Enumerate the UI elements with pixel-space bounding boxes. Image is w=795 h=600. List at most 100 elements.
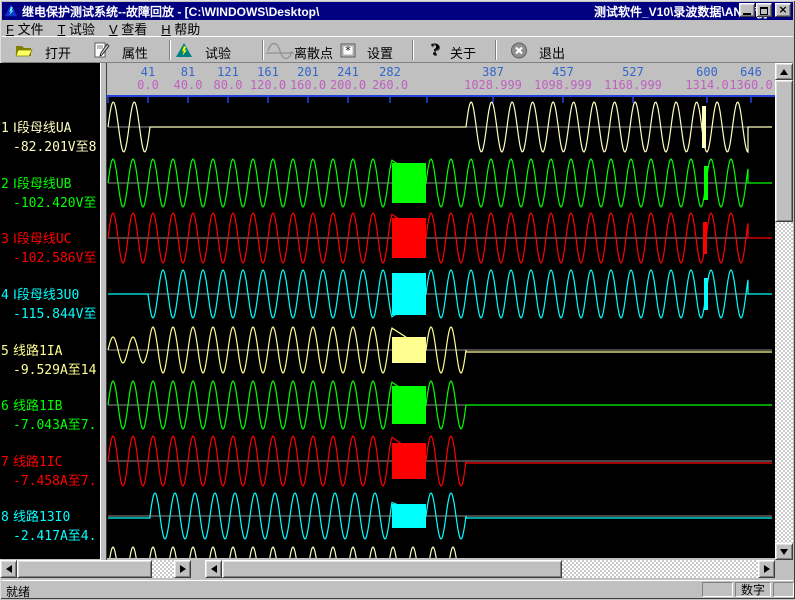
close-button[interactable]: ×	[775, 3, 791, 17]
menu-item-test[interactable]: T 试验	[58, 19, 95, 38]
labels-scrollbar-thumb[interactable]	[17, 560, 152, 578]
ruler: 410.0 8140.0 12180.0 161120.0201160.0241200…	[107, 63, 775, 95]
time-ms: 1168.999	[604, 79, 662, 92]
toolbar-separator	[495, 40, 497, 60]
sine-wave-icon[interactable]	[266, 42, 294, 59]
menu-item-file[interactable]: F 文件	[6, 19, 44, 38]
wave-scroll-right-button[interactable]	[758, 560, 775, 578]
scroll-down-button[interactable]	[775, 543, 793, 560]
ruler-tick-label: 161120.0	[250, 66, 286, 92]
channel-label-1[interactable]: 1Ⅰ段母线UA-82.201V至8	[0, 117, 100, 155]
menu-hotkey: F	[6, 22, 14, 37]
channel-label-panel: 1Ⅰ段母线UA-82.201V至8 2Ⅰ段母线UB-102.420V至 3Ⅰ段母线U…	[0, 63, 100, 559]
channel-label-7[interactable]: 7线路1IC-7.458A至7.	[0, 451, 100, 489]
restore-icon	[760, 7, 768, 15]
ruler-tick-label: 201160.0	[290, 66, 326, 92]
menu-item-view[interactable]: V 查看	[109, 19, 147, 38]
vertical-scrollbar-track[interactable]	[775, 222, 793, 543]
ruler-tick-label: 282260.0	[372, 66, 408, 92]
dense-block-ch3	[392, 218, 426, 258]
labels-scrollbar-track[interactable]	[152, 560, 174, 578]
channel-label-8[interactable]: 8线路13I0-2.417A至4.	[0, 506, 100, 544]
time-ms: 1360.0	[729, 79, 772, 92]
channel-range: -7.043A至7.	[13, 414, 100, 433]
ruler-tick-label: 410.0	[137, 66, 159, 92]
channel-name: 8线路13I0	[0, 506, 100, 525]
right-arrow-icon	[764, 565, 770, 573]
toolbar-separator	[169, 40, 171, 60]
ruler-tick-label: 8140.0	[174, 66, 203, 92]
channel-label-2[interactable]: 2Ⅰ段母线UB-102.420V至	[0, 173, 100, 211]
up-arrow-icon	[780, 69, 788, 75]
channel-label-3[interactable]: 3Ⅰ段母线UC-102.586V至	[0, 228, 100, 266]
channel-range: -115.844V至	[13, 303, 100, 322]
labels-scroll-left-button[interactable]	[0, 560, 17, 578]
menu-bar: F 文件 T 试验 V 查看 H 帮助	[2, 20, 793, 36]
discrete-points-button[interactable]: 离散点	[294, 43, 333, 62]
minimize-button[interactable]	[739, 3, 755, 17]
open-folder-icon[interactable]	[15, 42, 33, 59]
dense-block-ch4	[392, 273, 426, 315]
labels-scroll-right-button[interactable]	[174, 560, 191, 578]
trace-ch9	[108, 547, 772, 558]
exit-circle-icon[interactable]	[510, 42, 528, 59]
app-window: 继电保护测试系统--故障回放 - [C:\WINDOWS\Desktop\ 测试…	[0, 0, 795, 599]
waveform-area[interactable]	[107, 95, 775, 558]
time-ms: 160.0	[290, 79, 326, 92]
menu-hotkey: V	[109, 22, 118, 37]
channel-range: -102.586V至	[13, 247, 100, 266]
status-panel-1	[702, 582, 733, 597]
time-ms: 1028.999	[464, 79, 522, 92]
properties-button[interactable]: 属性	[122, 43, 148, 62]
ruler-tick-label: 12180.0	[214, 66, 243, 92]
dense-block-ch8	[392, 504, 426, 528]
time-ms: 1314.0	[685, 79, 728, 92]
restore-button[interactable]	[756, 3, 772, 17]
scroll-up-button[interactable]	[775, 63, 793, 80]
ruler-tick-label: 5271168.999	[604, 66, 662, 92]
test-button[interactable]: 试验	[205, 43, 231, 62]
event-marker-ch3	[703, 222, 707, 254]
toolbar: 打开 属性 试验 离散点 * 设置 ? ?	[2, 36, 793, 63]
ruler-tick-label: 3871028.999	[464, 66, 522, 92]
time-ms: 80.0	[214, 79, 243, 92]
title-bar: 继电保护测试系统--故障回放 - [C:\WINDOWS\Desktop\ 测试…	[2, 2, 793, 20]
event-marker-ch2	[704, 166, 708, 200]
channel-range: -2.417A至4.	[13, 525, 100, 544]
wave-scroll-left-button[interactable]	[205, 560, 222, 578]
ruler-tick-label: 241200.0	[330, 66, 366, 92]
wave-scrollbar-thumb[interactable]	[222, 560, 562, 578]
wave-scrollbar-track[interactable]	[562, 560, 758, 578]
panel-divider[interactable]	[100, 63, 107, 560]
event-marker-ch4	[704, 278, 708, 310]
vertical-scrollbar-thumb[interactable]	[775, 80, 793, 222]
time-ms: 260.0	[372, 79, 408, 92]
menu-item-help[interactable]: H 帮助	[161, 19, 200, 38]
waveform-canvas	[107, 95, 775, 558]
document-pen-icon[interactable]	[92, 42, 110, 59]
question-mark-icon[interactable]: ? ?	[426, 42, 444, 59]
dense-block-ch6	[392, 386, 426, 424]
lightning-triangle-icon[interactable]	[175, 42, 193, 59]
channel-label-6[interactable]: 6线路1IB-7.043A至7.	[0, 395, 100, 433]
channel-label-5[interactable]: 5线路1IA-9.529A至14	[0, 340, 100, 378]
exit-button[interactable]: 退出	[539, 43, 565, 62]
channel-range: -102.420V至	[13, 192, 100, 211]
svg-text:?: ?	[430, 42, 439, 59]
settings-box-icon[interactable]: *	[339, 42, 357, 59]
settings-button[interactable]: 设置	[367, 43, 393, 62]
channel-name: 2Ⅰ段母线UB	[0, 173, 100, 192]
close-icon: ×	[778, 5, 787, 15]
app-icon	[4, 4, 18, 18]
open-button[interactable]: 打开	[45, 43, 71, 62]
dense-block-ch2	[392, 163, 426, 203]
svg-text:*: *	[345, 44, 351, 57]
channel-label-4[interactable]: 4Ⅰ段母线3U0-115.844V至	[0, 284, 100, 322]
menu-hotkey: H	[161, 22, 170, 37]
about-button[interactable]: 关于	[450, 43, 476, 62]
channel-name: 4Ⅰ段母线3U0	[0, 284, 100, 303]
menu-label: 帮助	[174, 22, 200, 37]
toolbar-separator	[412, 40, 414, 60]
status-ready-text: 就绪	[6, 583, 30, 600]
minimize-icon	[743, 6, 751, 15]
